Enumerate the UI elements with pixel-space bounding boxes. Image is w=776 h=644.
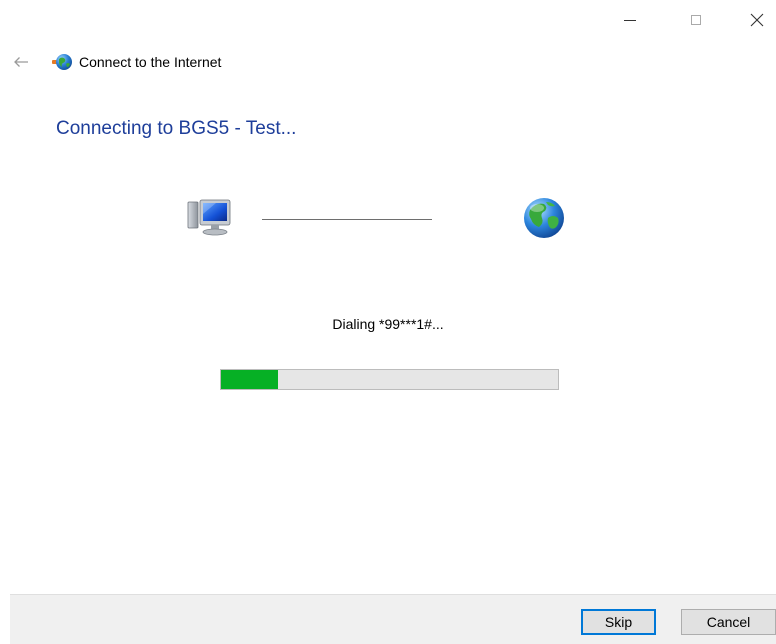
minimize-button[interactable] — [607, 8, 653, 32]
navigation-row: Connect to the Internet — [10, 52, 221, 72]
maximize-button[interactable] — [673, 8, 719, 32]
status-text: Dialing *99***1#... — [332, 316, 444, 332]
page-heading: Connecting to BGS5 - Test... — [56, 118, 297, 139]
skip-button[interactable]: Skip — [581, 609, 656, 635]
footer-bar: Skip Cancel — [10, 594, 776, 644]
progress-bar — [220, 369, 559, 390]
window-title: Connect to the Internet — [79, 54, 222, 70]
internet-connection-icon — [52, 54, 72, 70]
globe-icon — [524, 198, 564, 238]
close-button[interactable] — [734, 8, 776, 32]
back-button[interactable] — [10, 52, 32, 72]
close-icon — [750, 13, 764, 27]
progress-fill — [221, 370, 279, 389]
computer-icon — [187, 199, 231, 236]
minimize-icon — [624, 19, 636, 21]
back-arrow-icon — [14, 57, 28, 67]
connection-line — [262, 219, 432, 220]
cancel-button[interactable]: Cancel — [681, 609, 776, 635]
maximize-icon — [691, 15, 701, 25]
